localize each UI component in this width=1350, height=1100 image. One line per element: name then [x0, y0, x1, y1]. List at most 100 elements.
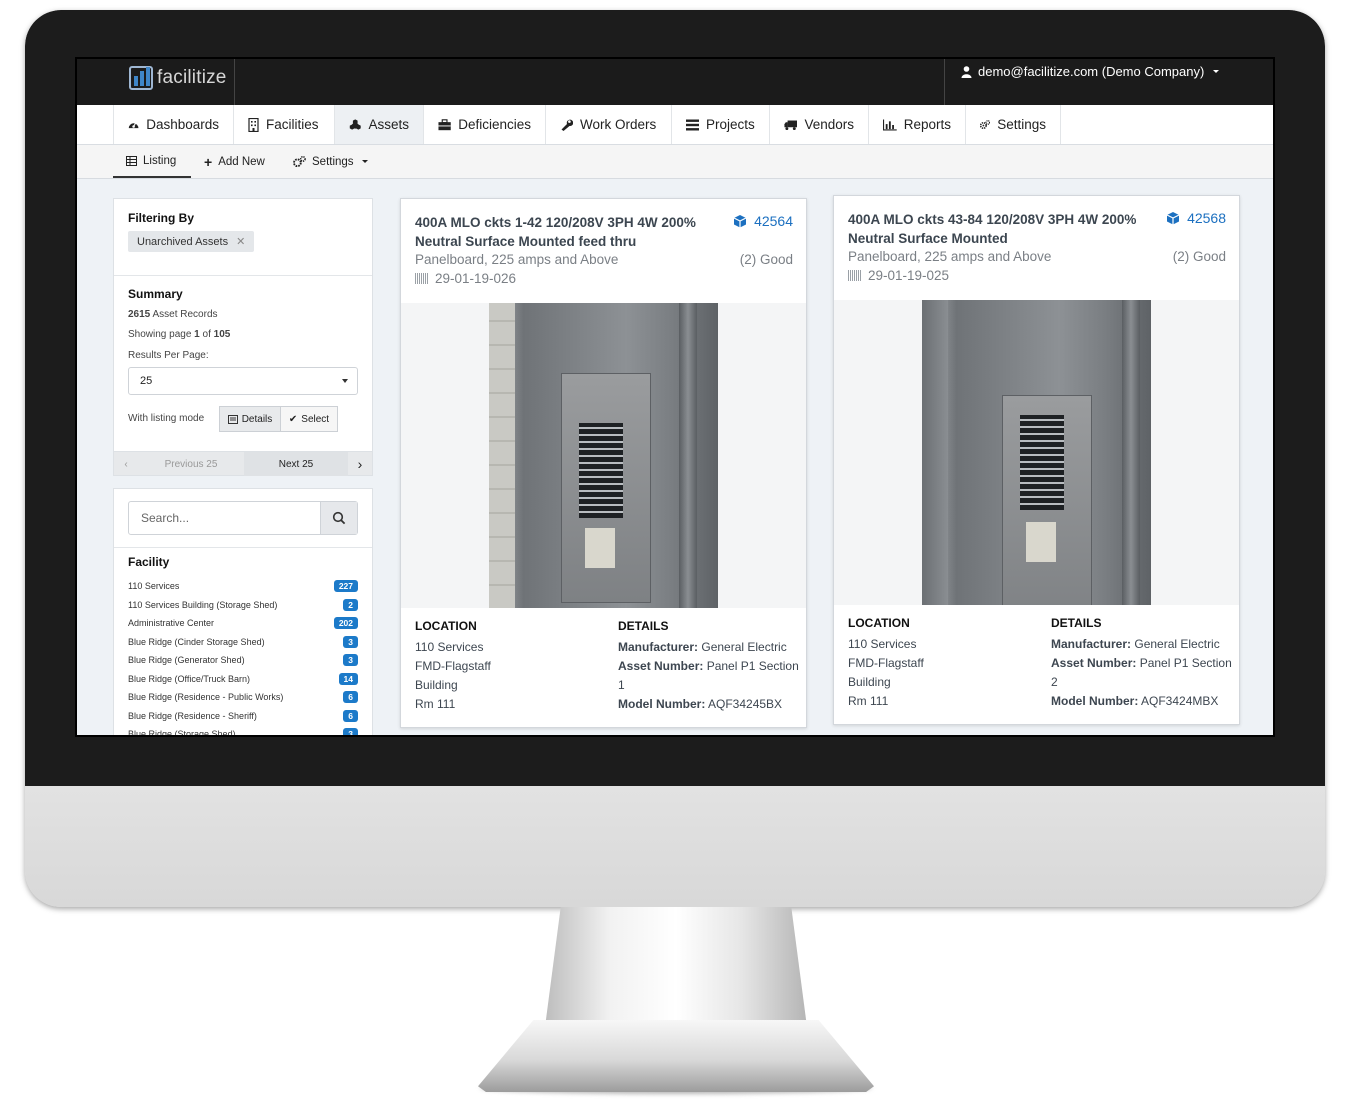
barcode-icon	[848, 270, 862, 281]
asset-condition: (2) Good	[1172, 249, 1226, 264]
facility-item[interactable]: Blue Ridge (Cinder Storage Shed) 3	[128, 633, 358, 651]
list-alt-icon	[227, 414, 238, 424]
plus-icon: +	[204, 153, 213, 170]
logo-divider	[234, 59, 235, 105]
nav-vendors[interactable]: Vendors	[769, 105, 868, 144]
asset-type: Panelboard, 225 amps and Above	[848, 249, 1052, 264]
cube-icon	[733, 215, 747, 228]
asset-id-link[interactable]: 42564	[733, 213, 793, 229]
truck-icon	[784, 120, 798, 130]
facility-item[interactable]: Administrative Center 202	[128, 614, 358, 632]
asset-card[interactable]: 400A MLO ckts 1-42 120/208V 3PH 4W 200% …	[400, 198, 807, 728]
logo-text: facilitize	[157, 67, 227, 88]
facility-item[interactable]: Blue Ridge (Generator Shed) 3	[128, 651, 358, 669]
cube-icon	[1166, 212, 1180, 225]
facility-item[interactable]: Blue Ridge (Storage Shed) 3	[128, 725, 358, 735]
nav-label: Work Orders	[580, 117, 657, 132]
location-heading: LOCATION	[415, 619, 477, 633]
filter-tag-label: Unarchived Assets	[137, 235, 229, 248]
count-badge: 3	[343, 636, 358, 648]
details-heading: DETAILS	[1051, 616, 1102, 630]
search-button[interactable]	[320, 502, 357, 534]
previous-page-button[interactable]: Previous 25	[138, 452, 244, 476]
facility-filter-panel: Search... Facility 110 Services 227 110 S…	[113, 488, 373, 735]
nav-label: Dashboards	[146, 117, 219, 132]
user-menu[interactable]: demo@facilitize.com (Demo Company)	[961, 64, 1222, 79]
facility-item[interactable]: Blue Ridge (Residence - Public Works) 6	[128, 688, 358, 706]
count-badge: 14	[338, 673, 358, 685]
facility-item[interactable]: 110 Services 227	[128, 577, 358, 595]
asset-photo[interactable]	[489, 303, 718, 608]
add-new-label: Add New	[218, 155, 265, 168]
gears-icon	[293, 156, 306, 167]
wrench-icon	[561, 119, 573, 131]
search-icon	[332, 511, 346, 525]
dashboard-icon	[128, 122, 139, 129]
nav-facilities[interactable]: Facilities	[233, 105, 334, 144]
top-bar: facilitize demo@facilitize.com (Demo Com…	[77, 59, 1273, 105]
nav-deficiencies[interactable]: Deficiencies	[423, 105, 545, 144]
per-page-select[interactable]: 25	[128, 367, 358, 395]
next-page-button[interactable]: Next 25	[244, 452, 348, 476]
asset-title[interactable]: 400A MLO ckts 43-84 120/208V 3PH 4W 200%…	[848, 210, 1153, 248]
settings-dropdown-label: Settings	[312, 155, 354, 168]
settings-dropdown[interactable]: Settings	[293, 145, 370, 178]
manufacturer-line: Manufacturer: General Electric	[618, 640, 787, 654]
chevron-right-icon[interactable]: ›	[348, 452, 372, 476]
location-line: 110 Services	[848, 637, 917, 651]
filter-heading: Filtering By	[128, 211, 195, 225]
nav-divider	[1060, 105, 1061, 144]
location-line: FMD-Flagstaff	[848, 656, 924, 670]
asset-photo-area	[401, 303, 806, 608]
summary-heading: Summary	[128, 287, 183, 301]
cubes-icon	[349, 119, 361, 130]
details-heading: DETAILS	[618, 619, 669, 633]
pager: ‹ Previous 25 Next 25 ›	[114, 451, 372, 476]
nav-label: Projects	[706, 117, 755, 132]
location-line: Building	[415, 678, 458, 692]
facility-item[interactable]: 110 Services Building (Storage Shed) 2	[128, 596, 358, 614]
table-icon	[126, 155, 137, 166]
location-line: Building	[848, 675, 891, 689]
tab-listing[interactable]: Listing	[113, 145, 191, 178]
asset-barcode: 29-01-19-026	[415, 271, 516, 286]
search-input[interactable]: Search...	[129, 502, 320, 534]
nav-dashboards[interactable]: Dashboards	[113, 105, 233, 144]
asset-photo[interactable]	[922, 300, 1151, 605]
nav-reports[interactable]: Reports	[868, 105, 965, 144]
count-badge: 202	[333, 617, 358, 629]
details-mode-button[interactable]: Details	[219, 406, 281, 432]
filter-tag[interactable]: Unarchived Assets ✕	[128, 231, 255, 252]
monitor-chin	[25, 786, 1325, 907]
location-heading: LOCATION	[848, 616, 910, 630]
bar-chart-icon	[883, 119, 897, 130]
asset-number-continued: 1	[618, 678, 625, 692]
nav-projects[interactable]: Projects	[671, 105, 769, 144]
main-nav: Dashboards Facilities Assets Deficiencie…	[77, 105, 1273, 145]
facility-item[interactable]: Blue Ridge (Office/Truck Barn) 14	[128, 670, 358, 688]
logo-icon	[129, 66, 153, 90]
chevron-down-icon	[1213, 69, 1220, 73]
asset-title[interactable]: 400A MLO ckts 1-42 120/208V 3PH 4W 200% …	[415, 213, 720, 251]
nav-work-orders[interactable]: Work Orders	[545, 105, 671, 144]
count-badge: 6	[343, 691, 358, 703]
building-icon	[248, 117, 259, 132]
nav-label: Deficiencies	[458, 117, 531, 132]
listing-mode-label: With listing mode	[128, 413, 205, 424]
nav-assets[interactable]: Assets	[334, 105, 423, 144]
per-page-value: 25	[140, 375, 153, 387]
nav-label: Assets	[368, 117, 409, 132]
divider	[114, 547, 372, 548]
sub-nav: Listing + Add New Settings	[77, 145, 1273, 179]
asset-condition: (2) Good	[739, 252, 793, 267]
asset-card[interactable]: 400A MLO ckts 43-84 120/208V 3PH 4W 200%…	[833, 195, 1240, 725]
select-mode-button[interactable]: ✔ Select	[280, 406, 338, 432]
close-icon[interactable]: ✕	[236, 235, 245, 248]
nav-settings[interactable]: Settings	[965, 105, 1060, 144]
facility-item[interactable]: Blue Ridge (Residence - Sheriff) 6	[128, 707, 358, 725]
app-screen: facilitize demo@facilitize.com (Demo Com…	[75, 57, 1275, 737]
add-new-button[interactable]: + Add New	[204, 145, 265, 178]
asset-id-link[interactable]: 42568	[1166, 210, 1226, 226]
app-logo[interactable]: facilitize	[129, 63, 227, 93]
chevron-left-icon[interactable]: ‹	[114, 452, 138, 476]
